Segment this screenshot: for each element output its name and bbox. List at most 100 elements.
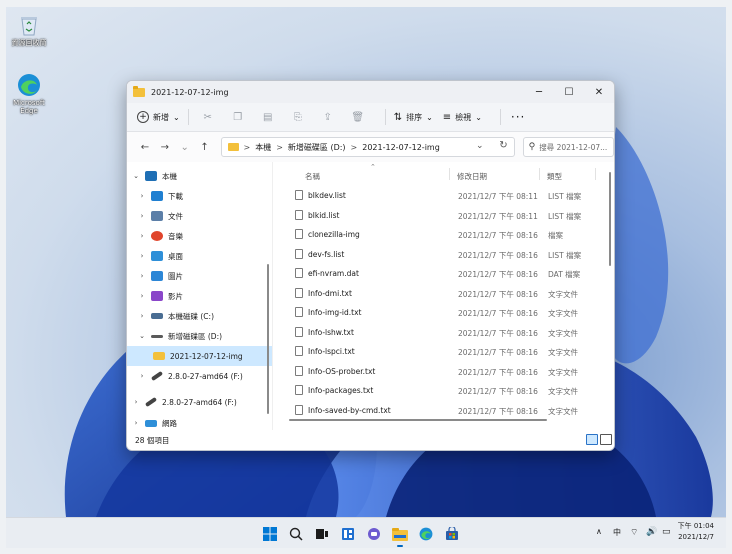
file-row[interactable]: Info-lshw.txt 2021/12/7 下午 08:16 文字文件 — [273, 323, 614, 343]
file-row[interactable]: blkdev.list 2021/12/7 下午 08:11 LIST 檔案 — [273, 186, 614, 206]
share-button[interactable]: ⇪ — [317, 107, 339, 127]
chevron-right-icon: › — [140, 192, 144, 200]
address-history-dropdown[interactable]: ⌄ — [476, 141, 484, 151]
file-date: 2021/12/7 下午 08:16 — [458, 250, 538, 260]
horizontal-scrollbar-thumb[interactable] — [289, 419, 547, 421]
file-row[interactable]: Info-lspci.txt 2021/12/7 下午 08:16 文字文件 — [273, 342, 614, 362]
file-row[interactable]: Info-img-id.txt 2021/12/7 下午 08:16 文字文件 — [273, 303, 614, 323]
nav-scrollbar-thumb[interactable] — [267, 264, 269, 414]
system-clock[interactable]: 下午 01:04 2021/12/7 — [678, 521, 714, 543]
column-divider[interactable] — [595, 168, 596, 180]
nav-item-usb-f[interactable]: › 2.8.0-27-amd64 (F:) — [127, 366, 272, 386]
task-view-icon — [316, 529, 328, 539]
show-hidden-icons-button[interactable]: ∧ — [596, 527, 602, 536]
desktop-icon-edge[interactable]: Microsoft Edge — [6, 73, 52, 115]
nav-item-folder-selected[interactable]: 2021-12-07-12-img — [127, 346, 272, 366]
column-divider[interactable] — [539, 168, 540, 180]
column-divider[interactable] — [449, 168, 450, 180]
widgets-button[interactable] — [337, 523, 359, 545]
nav-scrollbar[interactable] — [267, 172, 270, 422]
folder-icon — [153, 352, 165, 360]
file-explorer-icon — [392, 528, 408, 541]
nav-item-desktop[interactable]: › 桌面 — [127, 246, 272, 266]
copy-button[interactable]: ❐ — [227, 107, 249, 127]
rename-button[interactable]: ⎘ — [287, 107, 309, 127]
details-view-button[interactable] — [586, 434, 598, 445]
refresh-button[interactable]: ↻ — [499, 140, 507, 151]
file-date: 2021/12/7 下午 08:11 — [458, 192, 538, 201]
nav-item-drive-d[interactable]: ⌄ 新增磁碟區 (D:) — [127, 326, 272, 346]
title-bar[interactable]: 2021-12-07-12-img ─ ☐ ✕ — [127, 81, 614, 103]
edge-icon — [17, 73, 41, 97]
nav-item-network[interactable]: › 網路 — [127, 416, 272, 430]
cut-button[interactable]: ✂ — [197, 107, 219, 127]
start-button[interactable] — [259, 523, 281, 545]
file-date: 2021/12/7 下午 08:16 — [458, 367, 538, 377]
edge-taskbar-button[interactable] — [415, 523, 437, 545]
desktop-icon-recycle-bin[interactable]: 資源回收筒 — [6, 13, 52, 47]
file-type: 文字文件 — [548, 328, 578, 338]
nav-item-pictures[interactable]: › 圖片 — [127, 266, 272, 286]
volume-icon[interactable]: 🔊 — [646, 527, 657, 537]
file-name: Info-dmi.txt — [308, 288, 352, 298]
sort-ascending-icon: ⌃ — [370, 163, 376, 171]
status-bar: 28 個項目 — [127, 430, 614, 450]
file-date: 2021/12/7 下午 08:16 — [458, 309, 538, 318]
breadcrumb-separator: > — [350, 142, 358, 152]
file-row[interactable]: dev-fs.list 2021/12/7 下午 08:16 LIST 檔案 — [273, 245, 614, 265]
column-header-type[interactable]: 類型 — [547, 171, 562, 182]
nav-item-documents[interactable]: › 文件 — [127, 206, 272, 226]
breadcrumb-folder[interactable]: 2021-12-07-12-img — [362, 143, 440, 152]
file-row[interactable]: blkid.list 2021/12/7 下午 08:11 LIST 檔案 — [273, 206, 614, 226]
recent-locations-button[interactable]: ⌄ — [175, 142, 195, 153]
sort-button[interactable]: ⇅ 排序 ⌄ — [394, 112, 433, 123]
maximize-button[interactable]: ☐ — [554, 81, 584, 103]
file-explorer-taskbar-button[interactable] — [389, 523, 411, 547]
task-view-button[interactable] — [311, 523, 333, 545]
nav-item-label: 網路 — [162, 418, 177, 428]
nav-item-downloads[interactable]: › 下載 — [127, 186, 272, 206]
ime-indicator[interactable]: 中 — [613, 527, 621, 538]
desktop-icon — [151, 251, 163, 261]
horizontal-scrollbar[interactable] — [289, 419, 605, 422]
close-button[interactable]: ✕ — [584, 81, 614, 103]
delete-button[interactable]: 🗑 — [347, 107, 369, 127]
back-button[interactable]: ← — [135, 142, 155, 153]
file-list-scrollbar-thumb[interactable] — [609, 172, 611, 266]
breadcrumb-drive-d[interactable]: 新增磁碟區 (D:) — [288, 142, 346, 153]
command-bar: + 新增 ⌄ ✂ ❐ ▤ ⎘ ⇪ 🗑 ⇅ 排序 ⌄ ≡ 檢視 ⌄ ··· — [127, 103, 614, 132]
breadcrumb-this-pc[interactable]: 本機 — [255, 142, 271, 153]
file-list-scrollbar[interactable] — [609, 170, 612, 410]
file-icon — [295, 190, 303, 200]
nav-item-usb-f-root[interactable]: › 2.8.0-27-amd64 (F:) — [127, 392, 272, 412]
address-bar[interactable]: > 本機 > 新增磁碟區 (D:) > 2021-12-07-12-img ⌄ … — [220, 137, 515, 157]
file-row[interactable]: Info-dmi.txt 2021/12/7 下午 08:16 文字文件 — [273, 284, 614, 304]
file-row[interactable]: Info-saved-by-cmd.txt 2021/12/7 下午 08:16 文… — [273, 401, 614, 421]
minimize-button[interactable]: ─ — [524, 81, 554, 103]
search-box[interactable]: ⚲ 搜尋 2021-12-07... — [522, 137, 614, 157]
chevron-right-icon: › — [134, 419, 138, 427]
battery-icon[interactable]: ▭ — [662, 527, 671, 537]
new-button[interactable]: + 新增 ⌄ — [137, 111, 180, 123]
file-row[interactable]: efi-nvram.dat 2021/12/7 下午 08:16 DAT 檔案 — [273, 264, 614, 284]
large-icons-view-button[interactable] — [600, 434, 612, 445]
nav-item-music[interactable]: › 音樂 — [127, 226, 272, 246]
more-options-button[interactable]: ··· — [511, 110, 525, 124]
taskbar-search-button[interactable] — [285, 523, 307, 545]
share-icon: ⇪ — [323, 111, 332, 123]
forward-button[interactable]: → — [155, 142, 175, 153]
nav-item-this-pc[interactable]: ⌄ 本機 — [127, 166, 272, 186]
column-header-date[interactable]: 修改日期 — [457, 171, 487, 182]
file-row[interactable]: Info-packages.txt 2021/12/7 下午 08:16 文字文件 — [273, 381, 614, 401]
nav-item-drive-c[interactable]: › 本機磁碟 (C:) — [127, 306, 272, 326]
file-row[interactable]: clonezilla-img 2021/12/7 下午 08:16 檔案 — [273, 225, 614, 245]
column-header-name[interactable]: 名稱 — [305, 171, 320, 182]
paste-button[interactable]: ▤ — [257, 107, 279, 127]
store-taskbar-button[interactable] — [441, 523, 463, 545]
up-button[interactable]: ↑ — [195, 142, 215, 153]
file-row[interactable]: Info-OS-prober.txt 2021/12/7 下午 08:16 文字文件 — [273, 362, 614, 382]
chat-button[interactable] — [363, 523, 385, 545]
wifi-icon[interactable]: ⌔ — [630, 527, 638, 538]
view-button[interactable]: ≡ 檢視 ⌄ — [443, 112, 482, 123]
nav-item-videos[interactable]: › 影片 — [127, 286, 272, 306]
